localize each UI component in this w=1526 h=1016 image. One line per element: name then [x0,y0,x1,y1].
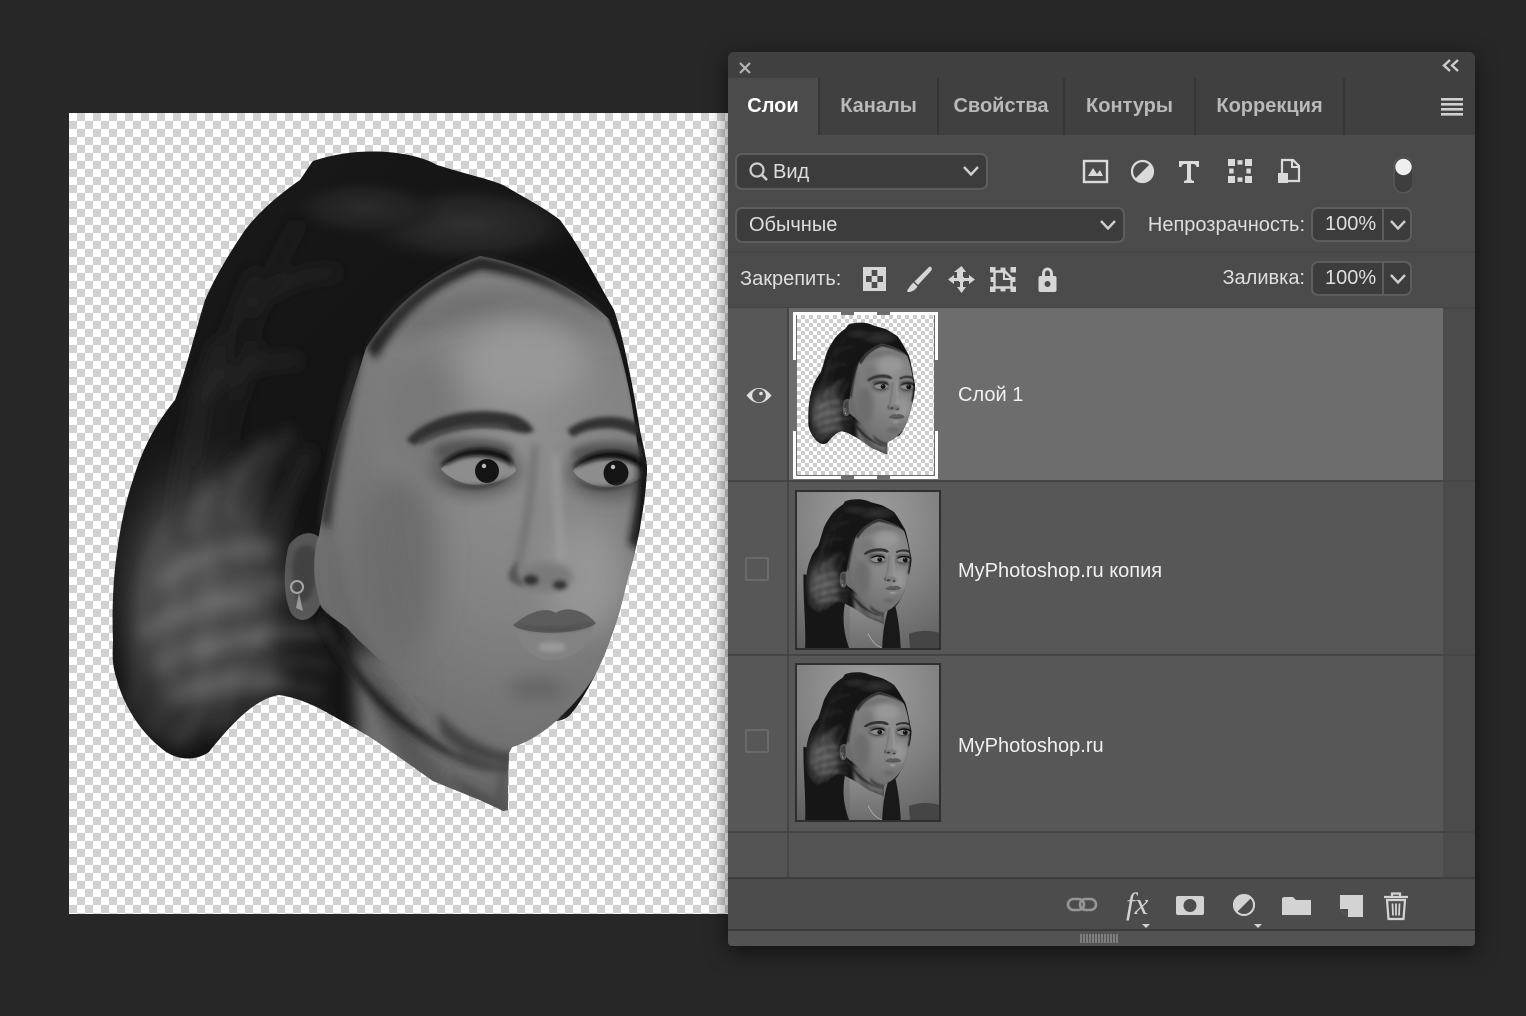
svg-text:fx: fx [1126,886,1149,921]
